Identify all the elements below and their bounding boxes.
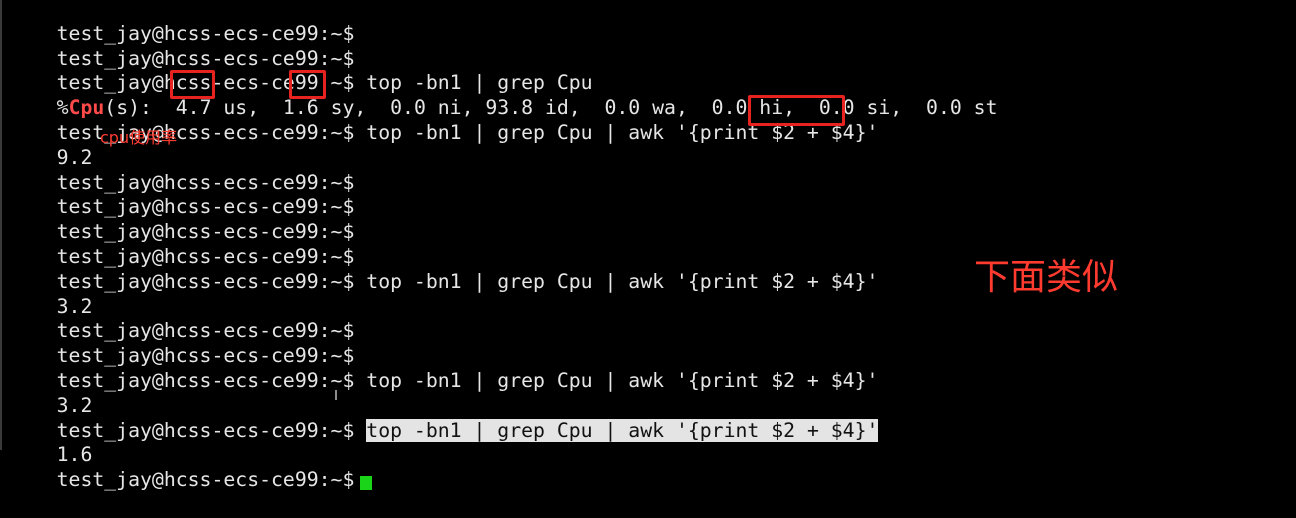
command-text: top -bn1 | grep Cpu | awk '{print $2 + $…	[354, 269, 879, 293]
terminal-cursor[interactable]	[360, 476, 373, 491]
shell-prompt: test_jay@hcss-ecs-ce99:~$	[56, 468, 355, 492]
command-output: 9.2	[9, 121, 93, 169]
shell-prompt: test_jay@hcss-ecs-ce99:~$	[56, 269, 355, 293]
terminal-line: test_jay@hcss-ecs-ce99:~$ top -bn1 | gre…	[9, 245, 879, 293]
terminal-line[interactable]: test_jay@hcss-ecs-ce99:~$	[9, 443, 373, 491]
terminal-line[interactable]: test_jay@hcss-ecs-ce99:~$ top -bn1 | gre…	[9, 394, 879, 442]
cpu-stats-line: %Cpu(s): 4.7 us, 1.6 sy, 0.0 ni, 93.8 id…	[9, 71, 998, 119]
terminal-line: test_jay@hcss-ecs-ce99:~$	[9, 0, 355, 45]
terminal-line: test_jay@hcss-ecs-ce99:~$	[9, 319, 355, 367]
terminal-line: test_jay@hcss-ecs-ce99:~$	[9, 146, 355, 194]
command-text	[354, 419, 366, 442]
terminal-line: test_jay@hcss-ecs-ce99:~$	[9, 220, 355, 268]
similar-below-annotation: 下面类似	[974, 257, 1119, 298]
terminal-line: test_jay@hcss-ecs-ce99:~$	[9, 171, 355, 218]
command-text: top -bn1 | grep Cpu | awk '{print $2 + $…	[354, 120, 879, 144]
terminal-line: test_jay@hcss-ecs-ce99:~$	[9, 295, 355, 342]
terminal-window[interactable]: test_jay@hcss-ecs-ce99:~$ test_jay@hcss-…	[0, 0, 1296, 491]
terminal-line: test_jay@hcss-ecs-ce99:~$ top -bn1 | gre…	[9, 344, 879, 392]
shell-prompt: test_jay@hcss-ecs-ce99:~$	[56, 418, 355, 442]
terminal-line: test_jay@hcss-ecs-ce99:~$ top -bn1 | gre…	[9, 96, 879, 144]
shell-prompt: test_jay@hcss-ecs-ce99:~$	[56, 368, 355, 392]
command-text: top -bn1 | grep Cpu | awk '{print $2 + $…	[354, 368, 879, 392]
terminal-line: test_jay@hcss-ecs-ce99:~$ top -bn1 | gre…	[9, 47, 593, 94]
text-cursor-icon	[335, 390, 337, 400]
cpu-usage-annotation: cpu使用率	[100, 128, 178, 147]
command-output: 1.6	[9, 419, 93, 466]
command-output: 3.2	[9, 270, 93, 318]
selected-command-text[interactable]: top -bn1 | grep Cpu | awk '{print $2 + $…	[366, 418, 879, 442]
terminal-line: test_jay@hcss-ecs-ce99:~$	[9, 22, 355, 70]
command-output: 3.2	[9, 369, 93, 417]
terminal-line: test_jay@hcss-ecs-ce99:~$	[9, 195, 355, 243]
